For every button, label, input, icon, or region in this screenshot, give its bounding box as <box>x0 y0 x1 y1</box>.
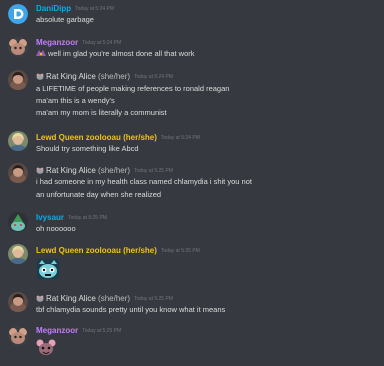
message-text: a LIFETIME of people making references t… <box>36 84 230 93</box>
mouse-avatar-icon <box>8 37 28 57</box>
timestamp: Today at 5:25 PM <box>134 296 173 302</box>
user-photo-icon <box>8 70 28 90</box>
message-text: absolute garbage <box>36 15 94 24</box>
rat-badge-icon <box>36 73 44 80</box>
username[interactable]: Meganzoor <box>36 38 78 47</box>
avatar[interactable] <box>8 212 28 232</box>
timestamp: Today at 5:24 PM <box>82 40 122 46</box>
message-text: oh noooooo <box>36 224 76 233</box>
ivysaur-avatar-icon <box>8 212 28 232</box>
username[interactable]: Rat King Alice <box>46 294 96 303</box>
user-photo-icon <box>8 292 28 312</box>
timestamp: Today at 5:24 PM <box>75 6 115 12</box>
rat-badge-icon <box>36 167 44 174</box>
avatar[interactable] <box>8 70 28 90</box>
username[interactable]: Rat King Alice <box>46 72 96 81</box>
message-text: an unfortunate day when she realized <box>36 190 162 199</box>
avatar[interactable] <box>8 131 28 151</box>
username[interactable]: Rat King Alice <box>46 166 96 175</box>
timestamp: Today at 5:25 PM <box>160 248 200 254</box>
message-text: Should try something like Abcd <box>36 144 139 153</box>
username[interactable]: Lewd Queen zoolooau (her/she) <box>36 246 157 255</box>
avatar[interactable] <box>8 4 28 24</box>
pronoun-tag: (she/her) <box>98 72 131 81</box>
avatar[interactable] <box>8 292 28 312</box>
message-text: i had someone in my health class named c… <box>36 177 252 186</box>
pronoun-tag: (she/her) <box>98 294 131 303</box>
avatar[interactable] <box>8 163 28 183</box>
avatar[interactable] <box>8 326 28 346</box>
rat-badge-icon <box>36 295 44 302</box>
timestamp: Today at 5:25 PM <box>68 215 107 221</box>
username[interactable]: DaniDipp <box>36 4 71 13</box>
discord-logo-icon <box>8 4 28 24</box>
user-photo-icon <box>8 244 28 264</box>
sticker-emoji-icon[interactable] <box>36 258 60 280</box>
timestamp: Today at 5:24 PM <box>134 74 173 80</box>
message-text: ma'am this is a wendy's <box>36 96 115 105</box>
timestamp: Today at 5:25 PM <box>134 168 173 174</box>
emoji-icon <box>36 49 46 57</box>
chat-message-list: DaniDipp Today at 5:24 PM absolute garbag… <box>0 0 384 366</box>
message-text: ma'am my mom is literally a communist <box>36 108 167 117</box>
user-photo-icon <box>8 131 28 151</box>
username[interactable]: Ivysaur <box>36 213 64 222</box>
timestamp: Today at 5:24 PM <box>160 135 200 141</box>
message-text: tbf chlamydia sounds pretty until you kn… <box>36 305 226 314</box>
timestamp: Today at 5:25 PM <box>82 328 122 334</box>
mouse-avatar-icon <box>8 326 28 346</box>
pronoun-tag: (she/her) <box>98 166 131 175</box>
avatar[interactable] <box>8 37 28 57</box>
username[interactable]: Lewd Queen zoolooau (her/she) <box>36 133 157 142</box>
avatar[interactable] <box>8 244 28 264</box>
user-photo-icon <box>8 163 28 183</box>
sticker-emoji-icon[interactable] <box>36 338 56 358</box>
message-text: well im glad you're almost done all that… <box>48 49 195 58</box>
username[interactable]: Meganzoor <box>36 326 78 335</box>
